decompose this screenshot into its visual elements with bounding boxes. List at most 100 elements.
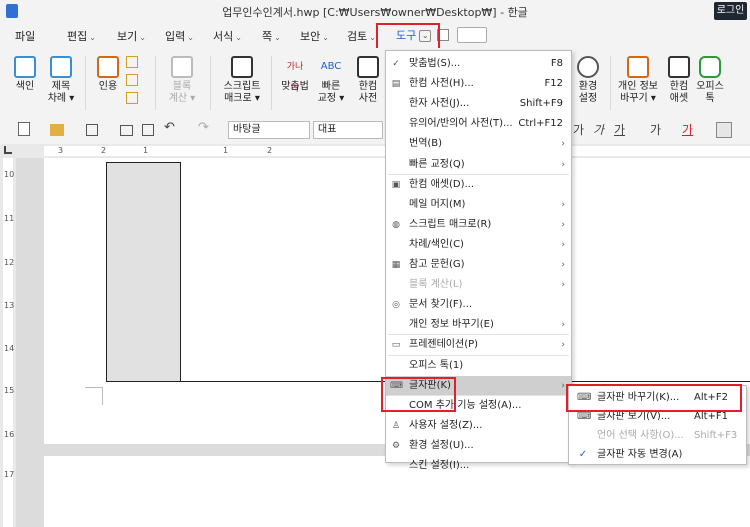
tools-menu-item[interactable]: 오피스 톡(1) [386, 356, 571, 376]
font-select[interactable]: 대표 [313, 121, 383, 139]
tools-menu-item[interactable]: 메일 머지(M) › [386, 195, 571, 215]
bold-button[interactable]: 가 [573, 121, 584, 138]
undo-icon[interactable]: ↶ [164, 120, 175, 135]
quick-correct-icon: ABC [320, 61, 342, 72]
chevron-down-icon: ⌄ [235, 33, 242, 42]
tools-menu-item[interactable]: COM 추가 기능 설정(A)... [386, 396, 571, 416]
user-settings-icon: ♙ [391, 420, 401, 431]
menu-security[interactable]: 보안 ⌄ [300, 28, 329, 44]
tools-menu-item[interactable]: ▦ 참고 문헌(G) › [386, 255, 571, 275]
font-color-button[interactable]: 가 [682, 121, 693, 138]
ribbon-quick-correct-button[interactable]: ABC 빠른 교정 ▾ [313, 56, 349, 105]
style-select[interactable]: 바탕글 [228, 121, 310, 139]
table-cell[interactable] [106, 162, 181, 382]
ribbon-citation-button[interactable]: 인용 [90, 56, 126, 93]
chevron-down-icon: ⌄ [89, 33, 96, 42]
tools-menu-item[interactable]: 번역(B) › [386, 134, 571, 154]
tools-menu-item[interactable]: ⌨ 글자판(K) › [386, 375, 571, 396]
menu-review[interactable]: 검토 ⌄ [347, 28, 376, 44]
ribbon-spellcheck-button[interactable]: 가나다 맞춤법 [277, 56, 313, 94]
ribbon-script-macro-button[interactable]: 스크립트 매크로 ▾ [220, 56, 264, 105]
page-corner-mark [85, 387, 103, 405]
tools-menu-item[interactable]: ✓ 맞춤법(S)... F8 [386, 54, 571, 74]
chevron-right-icon: › [561, 280, 565, 291]
tab-stop-icon[interactable] [4, 146, 12, 154]
block-calc-icon [171, 56, 193, 78]
menu-item-label: 스킨 설정(I)... [409, 460, 470, 471]
keyboard-submenu-item[interactable]: ⌨ 글자판 바꾸기(K)... Alt+F2 [569, 388, 746, 408]
tools-menu-item[interactable]: ▤ 한컴 사전(H)... F12 [386, 74, 571, 94]
copy-icon[interactable] [126, 92, 138, 104]
italic-button[interactable]: 가 [593, 121, 604, 138]
menu-item-label: 번역(B) [409, 138, 443, 150]
redo-icon[interactable]: ↷ [198, 120, 209, 135]
tools-menu-item[interactable]: ◍ 스크립트 매크로(R) › [386, 215, 571, 235]
tools-menu-item[interactable]: 블록 계산(L) › [386, 275, 571, 295]
save-icon[interactable] [86, 124, 98, 136]
menu-view[interactable]: 보기 ⌄ [117, 28, 146, 44]
title-bar: 업무인수인계서.hwp [C:₩Users₩owner₩Desktop₩] - … [0, 0, 750, 22]
index-icon [14, 56, 36, 78]
menu-item-shortcut: F12 [544, 78, 563, 90]
note-icon[interactable] [126, 56, 138, 68]
menu-edit[interactable]: 편집 ⌄ [67, 28, 96, 44]
ribbon-separator [610, 56, 611, 110]
tools-menu-item[interactable]: ♙ 사용자 설정(Z)... [386, 416, 571, 436]
menu-format[interactable]: 서식 ⌄ [213, 28, 242, 44]
menu-item-label: 참고 문헌(G) [409, 259, 465, 270]
ruler-number: 15 [4, 386, 15, 395]
binoculars-icon: ◎ [392, 300, 400, 311]
menu-insert[interactable]: 입력 ⌄ [165, 28, 194, 44]
reference-icon: ▦ [391, 260, 401, 270]
asset-icon [668, 56, 690, 78]
strikethrough-button[interactable]: 가 [650, 121, 661, 138]
ruler-number: 1 [143, 146, 149, 155]
formatting-toolbar: ↶ ↷ 바탕글 대표 가 가 가 가 가 [0, 118, 750, 142]
ribbon-settings-button[interactable]: 환경 설정 [570, 56, 606, 105]
keyboard-view-icon: ⌨ [577, 411, 592, 422]
ribbon-block-calc-button[interactable]: 블록 계산 ▾ [164, 56, 200, 105]
open-folder-icon[interactable] [50, 124, 64, 136]
tools-menu-item[interactable]: ◎ 문서 찾기(F)... [386, 295, 571, 315]
ruler-number: 16 [4, 430, 15, 439]
menu-file[interactable]: 파일 [15, 28, 35, 44]
menu-item-label: 맞춤법(S)... [409, 58, 461, 69]
tools-menu-item[interactable]: 차례/색인(C) › [386, 235, 571, 255]
menu-page[interactable]: 쪽 ⌄ [262, 28, 281, 44]
menu-item-shortcut: Shift+F9 [519, 98, 563, 110]
tools-menu-item[interactable]: ▣ 한컴 애셋(D)... [386, 175, 571, 195]
align-justify-icon[interactable] [716, 122, 732, 138]
menu-item-shortcut: F8 [550, 58, 563, 69]
ribbon-toggle-icon[interactable] [437, 29, 449, 41]
tools-menu-item[interactable]: ▭ 프레젠테이션(P) › [386, 335, 571, 355]
chevron-right-icon: › [561, 159, 565, 170]
menu-item-label: 블록 계산(L) [409, 279, 463, 291]
ribbon-toc-button[interactable]: 제목 차례 ▾ [43, 56, 79, 105]
horizontal-ruler[interactable]: 3 2 1 1 2 [0, 144, 750, 158]
tools-menu-item[interactable]: 유의어/반의어 사전(T)... Ctrl+F12 [386, 114, 571, 134]
keyboard-submenu-item[interactable]: ✓ 글자판 자동 변경(A) [569, 445, 746, 465]
preview-icon[interactable] [142, 124, 154, 136]
ribbon-personal-info-button[interactable]: 개인 정보 바꾸기 ▾ [616, 56, 660, 105]
print-icon[interactable] [120, 125, 133, 136]
keyboard-submenu-item[interactable]: ⌨ 글자판 보기(V)... Alt+F1 [569, 407, 746, 427]
vertical-ruler[interactable]: 10 11 12 13 14 15 16 17 [0, 158, 16, 527]
underline-button[interactable]: 가 [614, 121, 625, 138]
chevron-down-icon: ⌄ [187, 33, 194, 42]
ribbon-index-button[interactable]: 색인 [7, 56, 43, 93]
new-document-icon[interactable] [18, 122, 30, 136]
layout-grid-icon[interactable] [457, 27, 487, 43]
ribbon-dictionary-button[interactable]: 한컴 사전 [350, 56, 386, 105]
dropdown-icon[interactable]: ⌄ [419, 30, 432, 42]
ruler-number: 14 [4, 344, 15, 353]
keyboard-submenu-item[interactable]: 언어 선택 사항(O)... Shift+F3 [569, 426, 746, 446]
tools-menu-item[interactable]: ⚙ 환경 설정(U)... [386, 436, 571, 456]
tools-menu-item[interactable]: 한자 사전(J)... Shift+F9 [386, 94, 571, 114]
tools-menu-item[interactable]: 빠른 교정(Q) › [386, 155, 571, 175]
ribbon-office-talk-button[interactable]: 오피스 톡 [692, 56, 728, 105]
menu-tools[interactable]: 도구 ⌄ [396, 27, 432, 43]
pen-icon[interactable] [126, 74, 138, 86]
tools-menu-item[interactable]: 스킨 설정(I)... [386, 456, 571, 476]
login-button[interactable]: 로그인 [714, 2, 747, 20]
tools-menu-item[interactable]: 개인 정보 바꾸기(E) › [386, 315, 571, 335]
